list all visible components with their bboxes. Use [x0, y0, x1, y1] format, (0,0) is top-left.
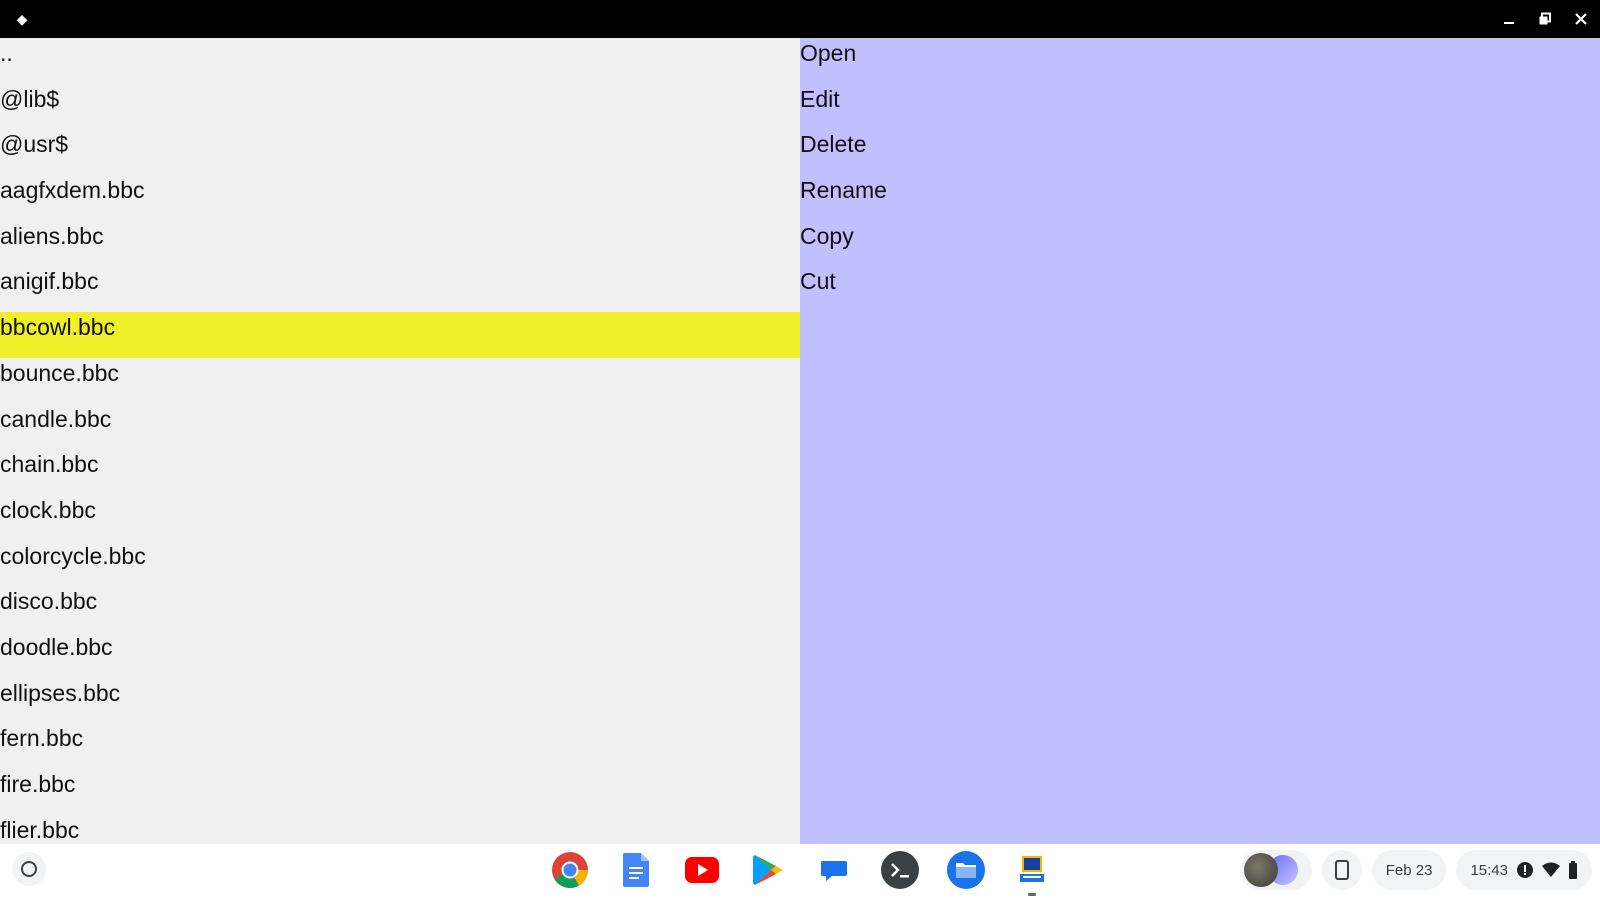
file-row[interactable]: candle.bbc: [0, 404, 800, 450]
file-row[interactable]: @usr$: [0, 129, 800, 175]
app-diamond-icon: ◆: [16, 10, 28, 27]
shelf: Feb 23 15:43: [0, 844, 1600, 900]
wifi-icon: [1542, 862, 1560, 877]
file-row[interactable]: colorcycle.bbc: [0, 541, 800, 587]
file-row[interactable]: @lib$: [0, 84, 800, 130]
phone-icon: [1334, 860, 1349, 880]
file-row[interactable]: anigif.bbc: [0, 266, 800, 312]
file-row[interactable]: fern.bbc: [0, 723, 800, 769]
file-row[interactable]: bounce.bbc: [0, 358, 800, 404]
window-controls: [1500, 0, 1590, 38]
bbc-basic-icon[interactable]: [1012, 850, 1052, 896]
file-row[interactable]: flier.bbc: [0, 815, 800, 844]
messages-icon[interactable]: [814, 850, 854, 890]
action-menu: Open Edit Delete Rename Copy Cut: [800, 38, 1600, 844]
file-row-selected[interactable]: bbcowl.bbc: [0, 312, 800, 358]
file-row[interactable]: aliens.bbc: [0, 221, 800, 267]
avatar: [1243, 853, 1278, 887]
date-button[interactable]: Feb 23: [1371, 850, 1447, 890]
file-row[interactable]: ellipses.bbc: [0, 678, 800, 724]
app-content: .. @lib$ @usr$ aagfxdem.bbc aliens.bbc anigif…: [0, 38, 1600, 844]
menu-item-open[interactable]: Open: [800, 38, 1600, 84]
close-icon[interactable]: [1572, 10, 1590, 28]
file-row[interactable]: ..: [0, 38, 800, 84]
launcher-icon: [21, 861, 37, 877]
status-tray: Feb 23 15:43: [1239, 850, 1592, 890]
file-row[interactable]: doodle.bbc: [0, 632, 800, 678]
launcher-button[interactable]: [12, 852, 46, 886]
date-text: Feb 23: [1385, 861, 1433, 879]
chrome-icon[interactable]: [550, 850, 590, 890]
quick-settings-button[interactable]: 15:43: [1456, 850, 1592, 890]
menu-item-delete[interactable]: Delete: [800, 129, 1600, 175]
shelf-apps: [550, 850, 1052, 896]
file-row[interactable]: fire.bbc: [0, 769, 800, 815]
file-row[interactable]: aagfxdem.bbc: [0, 175, 800, 221]
youtube-icon[interactable]: [682, 850, 722, 890]
menu-item-rename[interactable]: Rename: [800, 175, 1600, 221]
phone-hub-button[interactable]: [1321, 850, 1362, 890]
holding-space[interactable]: [1239, 850, 1312, 890]
file-row[interactable]: clock.bbc: [0, 495, 800, 541]
menu-item-cut[interactable]: Cut: [800, 266, 1600, 312]
terminal-icon[interactable]: [880, 850, 920, 890]
restore-icon[interactable]: [1536, 10, 1554, 28]
file-list: .. @lib$ @usr$ aagfxdem.bbc aliens.bbc anigif…: [0, 38, 800, 844]
window-titlebar: ◆: [0, 0, 1600, 38]
menu-item-edit[interactable]: Edit: [800, 84, 1600, 130]
file-row[interactable]: chain.bbc: [0, 449, 800, 495]
battery-icon: [1569, 861, 1577, 879]
file-row[interactable]: disco.bbc: [0, 586, 800, 632]
dnd-icon: [1517, 862, 1533, 878]
clock-text: 15:43: [1470, 861, 1508, 879]
minimize-icon[interactable]: [1500, 10, 1518, 28]
running-indicator: [1028, 893, 1036, 896]
menu-item-copy[interactable]: Copy: [800, 221, 1600, 267]
files-icon[interactable]: [946, 850, 986, 890]
docs-icon[interactable]: [616, 850, 656, 890]
play-store-icon[interactable]: [748, 850, 788, 890]
